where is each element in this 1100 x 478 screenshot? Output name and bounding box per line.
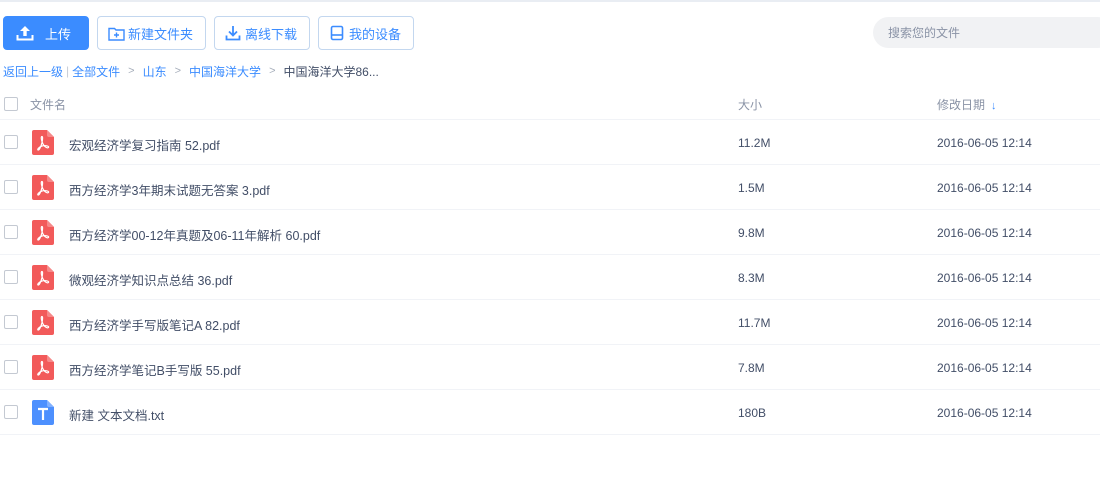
new-folder-label: 新建文件夹 bbox=[128, 26, 194, 42]
breadcrumb-ouc[interactable]: 中国海洋大学 bbox=[189, 63, 261, 80]
txt-file-icon bbox=[32, 400, 54, 425]
file-name-link[interactable]: 西方经济学3年期末试题无答案 3.pdf bbox=[69, 180, 270, 199]
upload-button[interactable]: 上传 bbox=[3, 16, 89, 50]
column-header-size[interactable]: 大小 bbox=[738, 96, 762, 113]
pdf-file-icon bbox=[32, 310, 54, 335]
file-date: 2016-06-05 12:14 bbox=[937, 271, 1032, 285]
pdf-file-icon bbox=[32, 355, 54, 380]
row-checkbox[interactable] bbox=[4, 225, 18, 239]
file-size: 9.8M bbox=[738, 226, 765, 240]
file-size: 11.2M bbox=[738, 136, 771, 150]
file-size: 1.5M bbox=[738, 181, 765, 195]
top-divider bbox=[0, 0, 1100, 2]
table-row[interactable]: 新建 文本文档.txt 180B 2016-06-05 12:14 bbox=[0, 390, 1100, 435]
table-row[interactable]: 西方经济学手写版笔记A 82.pdf 11.7M 2016-06-05 12:1… bbox=[0, 300, 1100, 345]
breadcrumb-back-link[interactable]: 返回上一级 bbox=[3, 63, 63, 80]
file-date: 2016-06-05 12:14 bbox=[937, 406, 1032, 420]
offline-download-label: 离线下载 bbox=[245, 26, 298, 42]
table-row[interactable]: 宏观经济学复习指南 52.pdf 11.2M 2016-06-05 12:14 bbox=[0, 120, 1100, 165]
pdf-file-icon bbox=[32, 265, 54, 290]
file-name-link[interactable]: 西方经济学00-12年真题及06-11年解析 60.pdf bbox=[69, 225, 320, 244]
row-checkbox[interactable] bbox=[4, 180, 18, 194]
file-date: 2016-06-05 12:14 bbox=[937, 226, 1032, 240]
file-list: 宏观经济学复习指南 52.pdf 11.2M 2016-06-05 12:14 … bbox=[0, 120, 1100, 435]
file-name-link[interactable]: 新建 文本文档.txt bbox=[69, 405, 164, 424]
device-icon bbox=[328, 24, 346, 42]
breadcrumb-separator: > bbox=[174, 65, 182, 77]
table-row[interactable]: 微观经济学知识点总结 36.pdf 8.3M 2016-06-05 12:14 bbox=[0, 255, 1100, 300]
breadcrumb-divider: | bbox=[66, 64, 70, 78]
new-folder-button[interactable]: 新建文件夹 bbox=[97, 16, 207, 50]
pdf-file-icon bbox=[32, 130, 54, 155]
file-size: 11.7M bbox=[738, 316, 771, 330]
file-date: 2016-06-05 12:14 bbox=[937, 181, 1032, 195]
row-checkbox[interactable] bbox=[4, 135, 18, 149]
file-date: 2016-06-05 12:14 bbox=[937, 316, 1032, 330]
file-size: 180B bbox=[738, 406, 767, 420]
pdf-file-icon bbox=[32, 220, 54, 245]
file-name-link[interactable]: 宏观经济学复习指南 52.pdf bbox=[69, 135, 220, 154]
row-checkbox[interactable] bbox=[4, 315, 18, 329]
row-checkbox[interactable] bbox=[4, 405, 18, 419]
offline-download-button[interactable]: 离线下载 bbox=[214, 16, 311, 50]
breadcrumb-separator: > bbox=[269, 65, 276, 77]
file-size: 7.8M bbox=[738, 361, 765, 375]
file-size: 8.3M bbox=[738, 271, 765, 285]
download-icon bbox=[224, 24, 242, 42]
column-header-date-label: 修改日期 bbox=[937, 98, 986, 112]
row-checkbox[interactable] bbox=[4, 270, 18, 284]
file-name-link[interactable]: 西方经济学笔记B手写版 55.pdf bbox=[69, 360, 241, 379]
pdf-file-icon bbox=[32, 175, 54, 200]
new-folder-icon bbox=[107, 24, 125, 42]
file-name-link[interactable]: 微观经济学知识点总结 36.pdf bbox=[69, 270, 232, 289]
toolbar: 上传 新建文件夹 离线下载 我的设备 bbox=[3, 16, 415, 50]
breadcrumb: 返回上一级 | 全部文件 > 山东 > 中国海洋大学 > 中国海洋大学86... bbox=[3, 63, 379, 79]
row-checkbox[interactable] bbox=[4, 360, 18, 374]
select-all-checkbox[interactable] bbox=[4, 97, 18, 111]
file-name-link[interactable]: 西方经济学手写版笔记A 82.pdf bbox=[69, 315, 240, 334]
file-date: 2016-06-05 12:14 bbox=[937, 136, 1032, 150]
sort-desc-icon: ↓ bbox=[991, 100, 997, 112]
column-header-date[interactable]: 修改日期 ↓ bbox=[937, 96, 997, 113]
table-row[interactable]: 西方经济学3年期末试题无答案 3.pdf 1.5M 2016-06-05 12:… bbox=[0, 165, 1100, 210]
table-row[interactable]: 西方经济学笔记B手写版 55.pdf 7.8M 2016-06-05 12:14 bbox=[0, 345, 1100, 390]
breadcrumb-all-files[interactable]: 全部文件 bbox=[72, 63, 120, 80]
breadcrumb-shandong[interactable]: 山东 bbox=[143, 63, 167, 80]
table-header: 文件名 大小 修改日期 ↓ bbox=[0, 88, 1100, 120]
breadcrumb-current: 中国海洋大学86... bbox=[283, 64, 379, 79]
my-devices-button[interactable]: 我的设备 bbox=[318, 16, 415, 50]
my-devices-label: 我的设备 bbox=[349, 26, 402, 42]
breadcrumb-separator: > bbox=[128, 65, 135, 77]
upload-icon bbox=[16, 24, 34, 42]
upload-label: 上传 bbox=[45, 26, 72, 42]
file-date: 2016-06-05 12:14 bbox=[937, 361, 1032, 375]
column-header-name[interactable]: 文件名 bbox=[30, 96, 66, 113]
table-row[interactable]: 西方经济学00-12年真题及06-11年解析 60.pdf 9.8M 2016-… bbox=[0, 210, 1100, 255]
search-input[interactable] bbox=[873, 17, 1100, 48]
